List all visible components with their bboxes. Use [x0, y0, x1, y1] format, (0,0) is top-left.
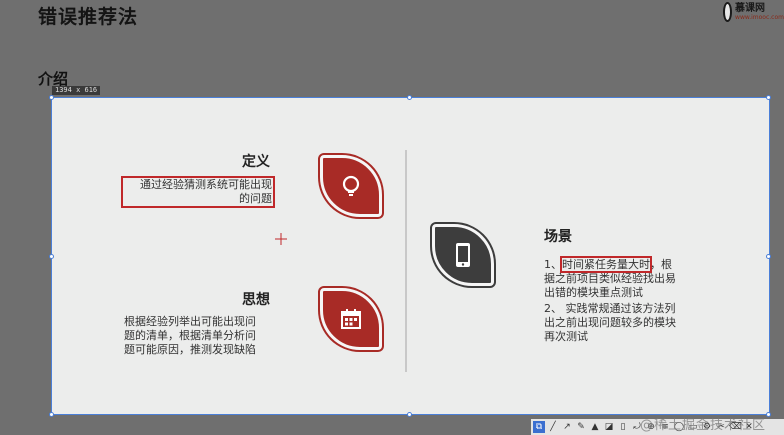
watermark: @稀土掘金技术社区 [640, 418, 767, 433]
toolbar-tool-5[interactable]: ◪ [603, 421, 615, 433]
logo-sub: www.imooc.com [735, 13, 784, 21]
toolbar-tool-4[interactable]: ▲ [589, 421, 601, 433]
resize-handle[interactable] [766, 95, 771, 100]
resize-handle[interactable] [766, 412, 771, 417]
resize-handle[interactable] [766, 254, 771, 259]
resize-handle[interactable] [49, 254, 54, 259]
resize-handle[interactable] [407, 95, 412, 100]
resize-handle[interactable] [49, 95, 54, 100]
toolbar-tool-6[interactable]: ▯ [617, 421, 629, 433]
brand-logo: 慕课网 www.imooc.com [723, 0, 784, 24]
resize-handle[interactable] [49, 412, 54, 417]
selection-frame[interactable] [51, 97, 770, 415]
toolbar-tool-0[interactable]: ⧉ [533, 421, 545, 433]
logo-text: 慕课网 [735, 2, 766, 14]
page-title: 错误推荐法 [38, 6, 139, 28]
toolbar-tool-2[interactable]: ↗ [561, 421, 573, 433]
resize-handle[interactable] [407, 412, 412, 417]
toolbar-tool-3[interactable]: ✎ [575, 421, 587, 433]
toolbar-tool-1[interactable]: ╱ [547, 421, 559, 433]
logo-icon [723, 2, 733, 22]
selection-size-label: 1394 x 616 [52, 86, 101, 95]
